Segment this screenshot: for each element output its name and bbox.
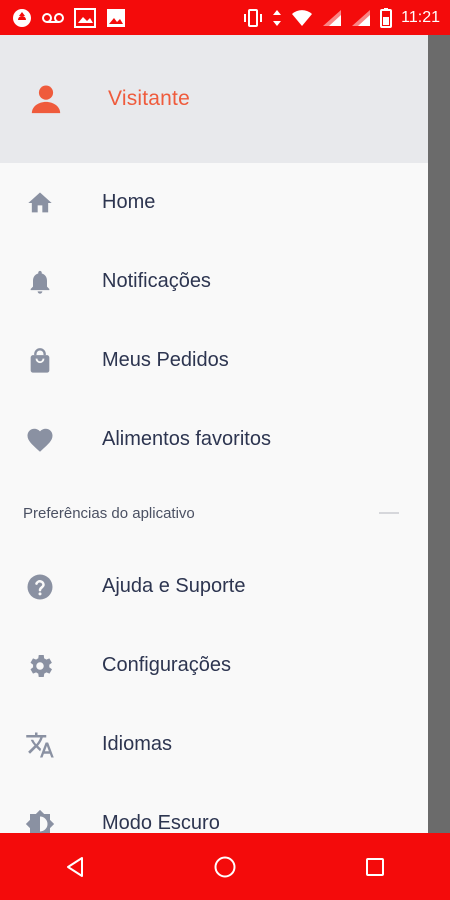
bell-icon [23, 268, 57, 296]
menu-item-orders[interactable]: Meus Pedidos [0, 321, 428, 400]
menu-item-favorites[interactable]: Alimentos favoritos [0, 400, 428, 479]
heart-icon [23, 425, 57, 455]
drawer-scrim[interactable] [428, 35, 450, 833]
menu-item-home[interactable]: Home [0, 163, 428, 242]
menu-item-label: Alimentos favoritos [102, 428, 271, 450]
menu-item-settings[interactable]: Configurações [0, 626, 428, 705]
user-name: Visitante [108, 87, 190, 110]
help-icon [23, 572, 57, 602]
status-time: 11:21 [401, 8, 440, 26]
data-arrows-icon [272, 9, 282, 27]
person-icon [24, 82, 68, 116]
gallery-icon [74, 7, 96, 28]
section-header: Preferências do aplicativo [0, 479, 428, 547]
settings-icon [23, 651, 57, 681]
menu-item-label: Home [102, 191, 156, 213]
battery-icon [380, 7, 393, 28]
menu-item-label: Meus Pedidos [102, 349, 229, 371]
section-title: Preferências do aplicativo [23, 504, 195, 522]
home-icon [23, 189, 57, 217]
menu-item-label: Modo Escuro [102, 812, 220, 833]
menu-item-label: Ajuda e Suporte [102, 575, 246, 597]
menu-item-label: Notificações [102, 270, 211, 292]
status-bar: 11:21 [0, 0, 450, 35]
opera-icon [12, 8, 32, 28]
section-divider [379, 512, 399, 514]
menu-item-help[interactable]: Ajuda e Suporte [0, 547, 428, 626]
menu-item-languages[interactable]: Idiomas [0, 705, 428, 784]
drawer-header[interactable]: Visitante [0, 35, 428, 163]
menu-item-label: Idiomas [102, 733, 173, 755]
home-circle-icon[interactable] [195, 837, 255, 897]
system-nav-bar [0, 833, 450, 900]
menu-item-dark-mode[interactable]: Modo Escuro [0, 784, 428, 833]
signal-icon [322, 9, 342, 27]
vibrate-icon [243, 8, 263, 28]
menu-item-label: Configurações [102, 654, 231, 676]
image-icon [106, 8, 126, 28]
signal-icon [351, 9, 371, 27]
brightness-icon [23, 809, 57, 833]
menu-item-notifications[interactable]: Notificações [0, 242, 428, 321]
navigation-drawer: Visitante Home Notificações Meus Pedidos… [0, 35, 428, 833]
translate-icon [23, 730, 57, 760]
voicemail-icon [42, 11, 64, 25]
wifi-icon [291, 9, 313, 27]
shopping-bag-icon [23, 347, 57, 375]
back-icon[interactable] [45, 837, 105, 897]
recents-icon[interactable] [345, 837, 405, 897]
